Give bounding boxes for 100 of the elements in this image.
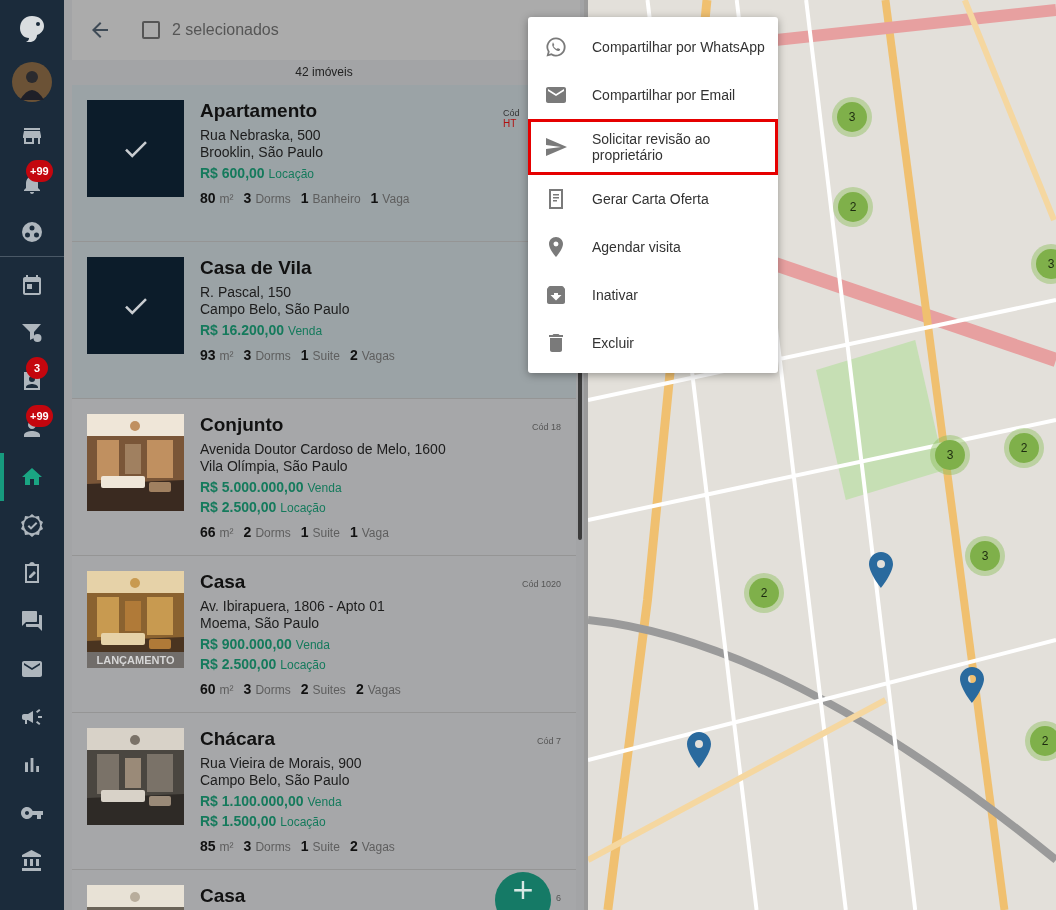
address-line: Avenida Doutor Cardoso de Melo, 1600 xyxy=(200,441,447,458)
spec-unit: Dorms xyxy=(255,683,291,697)
address-line: Av. Ibirapuera, 1806 - Apto 01 xyxy=(200,598,386,615)
calendar-icon xyxy=(20,273,44,297)
spec-unit: Dorms xyxy=(255,349,291,363)
spec-unit: m² xyxy=(219,192,234,206)
spec-number: 60 xyxy=(200,681,216,697)
archive-icon xyxy=(544,283,568,307)
property-code: Cód xyxy=(503,108,520,118)
property-title: Casa xyxy=(200,885,247,907)
map-pin-icon[interactable] xyxy=(869,552,893,588)
spec-number: 80 xyxy=(200,190,216,206)
price-type: Locação xyxy=(268,167,314,181)
price-type: Venda xyxy=(307,481,342,495)
spec-unit: Suites xyxy=(312,683,346,697)
spec-number: 3 xyxy=(243,190,252,206)
funnel-icon xyxy=(20,321,44,345)
property-title: Conjunto xyxy=(200,414,285,436)
price-type: Venda xyxy=(295,638,330,652)
address-line: Brooklin, São Paulo xyxy=(200,144,324,161)
spec-unit: Vaga xyxy=(361,526,389,540)
sidebar-item[interactable]: 3 xyxy=(0,357,64,405)
spec-number: 2 xyxy=(355,681,364,697)
property-code: 6 xyxy=(556,893,561,903)
property-title: Apartamento xyxy=(200,100,319,122)
price-value: R$ 600,00 xyxy=(200,165,265,181)
map-pin-icon[interactable] xyxy=(960,667,984,703)
spec-number: 1 xyxy=(370,190,379,206)
spec-unit: Suite xyxy=(312,840,340,854)
price-value: R$ 2.500,00 xyxy=(200,656,277,672)
price-type: Locação xyxy=(280,658,326,672)
property-title: Casa xyxy=(200,571,247,593)
property-code: Cód 18 xyxy=(531,422,561,432)
launch-tag: LANÇAMENTO xyxy=(87,652,184,668)
property-code: HT xyxy=(503,118,517,129)
spec-unit: Vagas xyxy=(361,349,395,363)
spec-unit: Dorms xyxy=(255,192,291,206)
logo-icon[interactable] xyxy=(17,14,47,44)
spec-unit: Dorms xyxy=(255,840,291,854)
address-line: Campo Belo, São Paulo xyxy=(200,772,351,789)
address-line: Vila Olímpia, São Paulo xyxy=(200,458,349,475)
spec-number: 3 xyxy=(243,681,252,697)
property-code: Cód 7 xyxy=(536,736,561,746)
price-type: Locação xyxy=(280,815,326,829)
address-line: Moema, São Paulo xyxy=(200,615,321,632)
address-line: Rua Vieira de Morais, 900 xyxy=(200,755,363,772)
spec-number: 2 xyxy=(243,524,252,540)
chat-icon xyxy=(20,609,44,633)
property-code: Cód 1020 xyxy=(521,579,561,589)
verified-badge-icon xyxy=(20,513,44,537)
price-value: R$ 1.100.000,00 xyxy=(200,793,304,809)
price-value: R$ 5.000.000,00 xyxy=(200,479,304,495)
spec-unit: Suite xyxy=(312,349,340,363)
group-icon xyxy=(20,220,44,244)
spec-number: 2 xyxy=(349,347,358,363)
spec-unit: m² xyxy=(219,526,234,540)
address-line: Rua Nebraska, 500 xyxy=(200,127,322,144)
price-value: R$ 2.500,00 xyxy=(200,499,277,515)
price-type: Venda xyxy=(307,795,342,809)
spec-number: 66 xyxy=(200,524,216,540)
selection-count: 2 selecionados xyxy=(172,21,279,39)
price-value: R$ 1.500,00 xyxy=(200,813,277,829)
spec-unit: Vagas xyxy=(361,840,395,854)
result-count: 42 imóveis xyxy=(294,64,354,81)
spec-number: 85 xyxy=(200,838,216,854)
menu-item[interactable]: Compartilhar por WhatsApp xyxy=(528,23,778,71)
price-type: Venda xyxy=(288,324,323,338)
address-line: Campo Belo, São Paulo xyxy=(200,301,351,318)
spec-unit: Banheiro xyxy=(312,192,361,206)
property-card[interactable]: Casa de Vila R. Pascal, 150 Campo Belo, São Paulo R$ 16.200,00 Venda 93 m² 3 Dorms 1 Suite 2 Vagas xyxy=(72,242,576,399)
spec-number: 93 xyxy=(200,347,216,363)
notification-badge: +99 xyxy=(26,160,53,182)
selected-thumbnail[interactable] xyxy=(87,257,184,354)
property-title: Casa de Vila xyxy=(200,257,313,279)
spec-unit: Suite xyxy=(312,526,340,540)
spec-number: 1 xyxy=(349,524,358,540)
spec-unit: Dorms xyxy=(255,526,291,540)
spec-unit: Vagas xyxy=(367,683,401,697)
spec-unit: m² xyxy=(219,840,234,854)
spec-number: 3 xyxy=(243,838,252,854)
notification-badge: +99 xyxy=(26,405,53,427)
selected-thumbnail[interactable] xyxy=(87,100,184,197)
sidebar-item[interactable]: +99 xyxy=(0,405,64,453)
spec-number: 3 xyxy=(243,347,252,363)
price-value: R$ 16.200,00 xyxy=(200,322,285,338)
spec-number: 2 xyxy=(349,838,358,854)
checkbox[interactable] xyxy=(142,21,160,39)
spec-number: 1 xyxy=(300,190,309,206)
spec-unit: Vaga xyxy=(382,192,410,206)
spec-number: 1 xyxy=(300,524,309,540)
spec-number: 1 xyxy=(300,838,309,854)
notification-badge: 3 xyxy=(26,357,48,379)
whatsapp-icon xyxy=(544,35,568,59)
send-icon xyxy=(544,135,568,159)
sidebar-item[interactable]: +99 xyxy=(0,160,64,208)
price-type: Locação xyxy=(280,501,326,515)
bank-icon xyxy=(20,849,44,873)
address-line: R. Pascal, 150 xyxy=(200,284,293,301)
map-pin-icon[interactable] xyxy=(687,732,711,768)
spec-number: 1 xyxy=(300,347,309,363)
